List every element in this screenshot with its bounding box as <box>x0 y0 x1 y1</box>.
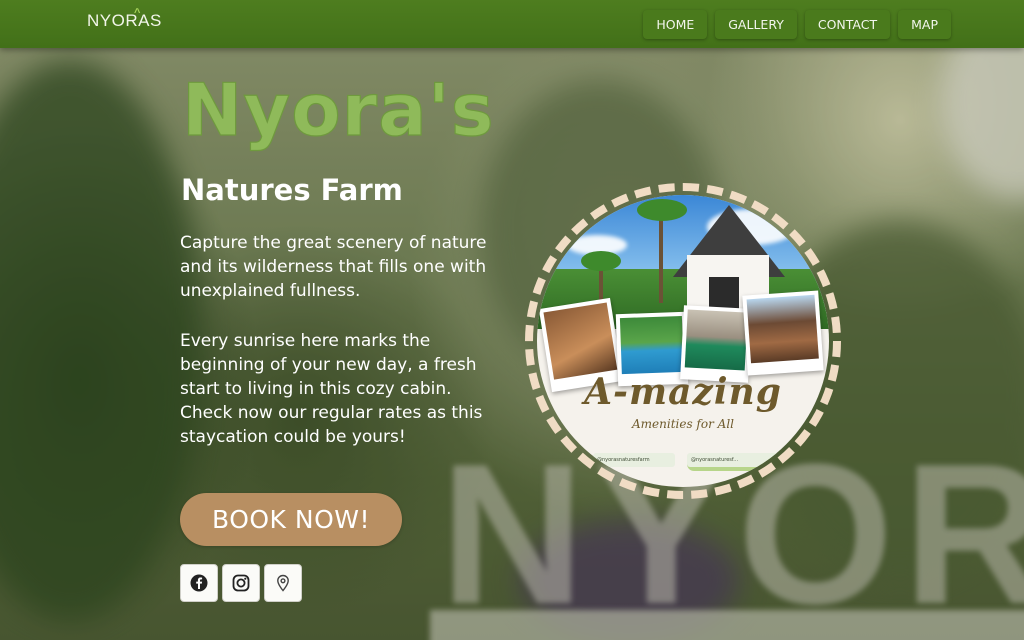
map-button[interactable] <box>264 564 302 602</box>
nav-links: HOME GALLERY CONTACT MAP <box>643 10 951 39</box>
hero-background: NYORA <box>0 0 1024 640</box>
brand-logo[interactable]: NYORAS ^ <box>87 7 162 31</box>
nav-home-button[interactable]: HOME <box>643 10 708 39</box>
map-pin-icon <box>277 574 289 592</box>
promo-photo-gazebo <box>742 290 824 376</box>
book-now-button[interactable]: BOOK NOW! <box>180 493 402 546</box>
nav-gallery-button[interactable]: GALLERY <box>715 10 797 39</box>
nav-map-button[interactable]: MAP <box>898 10 951 39</box>
hero-title: Nyora's <box>181 68 495 152</box>
promo-handle-facebook: @nyorasnaturesfarm <box>593 453 675 467</box>
promo-image-circle: A-mazing Amenities for All @nyorasnature… <box>537 195 829 487</box>
brand-logo-text: NYORAS <box>87 11 162 30</box>
social-links <box>180 564 302 602</box>
instagram-button[interactable] <box>222 564 260 602</box>
facebook-button[interactable] <box>180 564 218 602</box>
nav-contact-button[interactable]: CONTACT <box>804 10 891 39</box>
promo-handle-instagram: @nyorasnaturesf... <box>687 453 783 467</box>
instagram-icon <box>232 574 250 592</box>
hero-paragraph-2: Every sunrise here marks the beginning o… <box>180 331 483 447</box>
top-navbar: NYORAS ^ HOME GALLERY CONTACT MAP <box>0 0 1024 48</box>
logo-leaf-icon: ^ <box>134 7 141 19</box>
promo-headline: A-mazing <box>584 371 782 413</box>
hero-paragraph-1: Capture the great scenery of nature and … <box>180 233 487 301</box>
promo-tagline: Amenities for All <box>631 417 734 431</box>
hero-subtitle: Natures Farm <box>181 173 403 207</box>
facebook-icon <box>190 574 208 592</box>
